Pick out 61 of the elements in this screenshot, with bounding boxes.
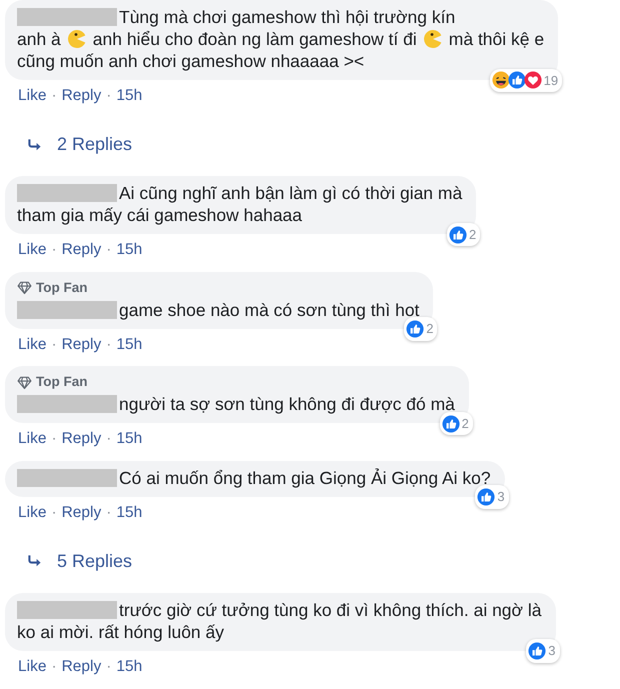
timestamp[interactable]: 15h xyxy=(116,654,142,678)
separator-dot: · xyxy=(51,502,57,522)
top-fan-label: Top Fan xyxy=(36,278,88,297)
laughing-face-icon xyxy=(492,71,510,90)
comment-text: ko ai mời. rất hóng luôn ấy xyxy=(17,620,224,643)
reaction-count: 3 xyxy=(548,642,556,660)
action-link[interactable]: Like xyxy=(18,84,46,108)
timestamp[interactable]: 15h xyxy=(116,332,142,356)
action-link[interactable]: Like xyxy=(18,332,46,356)
comment-text: cũng muốn anh chơi gameshow nhaaaaa >< xyxy=(17,50,364,72)
action-link[interactable]: Reply xyxy=(62,332,102,356)
comment-text: trước giờ cứ tưởng tùng ko đi vì không thích. ai ngờ là xyxy=(119,598,542,621)
separator-dot: · xyxy=(106,86,112,106)
separator-dot: · xyxy=(106,656,112,677)
like-icon xyxy=(406,320,424,338)
reply-arrow-icon xyxy=(27,136,43,153)
timestamp[interactable]: 15h xyxy=(116,238,142,262)
comment-text: Tùng mà chơi gameshow thì hội trường kín xyxy=(119,6,456,28)
replies-link[interactable]: 2 Replies xyxy=(57,131,132,158)
like-icon xyxy=(508,71,526,90)
separator-dot: · xyxy=(51,656,57,677)
comment-text: anh hiểu cho đoàn ng làm gameshow tí đi xyxy=(92,28,417,50)
reaction-count: 19 xyxy=(544,72,558,90)
separator-dot: · xyxy=(51,240,57,260)
like-icon xyxy=(477,488,496,506)
action-link[interactable]: Reply xyxy=(62,84,102,108)
like-icon xyxy=(448,226,467,244)
action-link[interactable]: Reply xyxy=(62,654,102,678)
pacman-emoji-icon xyxy=(66,29,87,49)
timestamp[interactable]: 15h xyxy=(116,84,142,108)
comment-text: anh à xyxy=(17,28,61,50)
separator-dot: · xyxy=(51,334,57,355)
action-link[interactable]: Like xyxy=(18,238,46,262)
comment-text: tham gia mấy cái gameshow hahaaa xyxy=(17,204,302,226)
separator-dot: · xyxy=(51,86,57,106)
action-link[interactable]: Like xyxy=(18,654,46,678)
reaction-count: 2 xyxy=(468,226,476,244)
diamond-icon xyxy=(17,374,32,390)
replies-link[interactable]: 5 Replies xyxy=(57,548,132,575)
action-link[interactable]: Reply xyxy=(62,500,102,524)
comment-text: Ai cũng nghĩ anh bận làm gì có thời gian mà xyxy=(119,182,462,204)
timestamp[interactable]: 15h xyxy=(116,427,142,450)
separator-dot: · xyxy=(106,334,112,355)
separator-dot: · xyxy=(106,429,112,450)
action-link[interactable]: Reply xyxy=(62,427,102,450)
like-icon xyxy=(442,414,460,432)
pacman-emoji-icon xyxy=(422,29,443,49)
diamond-icon xyxy=(17,280,32,296)
separator-dot: · xyxy=(106,502,112,522)
action-link[interactable]: Reply xyxy=(62,238,102,262)
reaction-count: 3 xyxy=(497,488,505,506)
reaction-count: 2 xyxy=(462,414,469,433)
separator-dot: · xyxy=(51,429,57,450)
top-fan-label: Top Fan xyxy=(36,373,88,391)
timestamp[interactable]: 15h xyxy=(116,500,142,524)
like-icon xyxy=(528,642,546,660)
action-link[interactable]: Like xyxy=(18,500,46,524)
separator-dot: · xyxy=(106,240,112,260)
comment-text: mà thôi kệ e xyxy=(448,28,544,50)
action-link[interactable]: Like xyxy=(18,427,46,450)
reaction-count: 2 xyxy=(426,320,434,338)
